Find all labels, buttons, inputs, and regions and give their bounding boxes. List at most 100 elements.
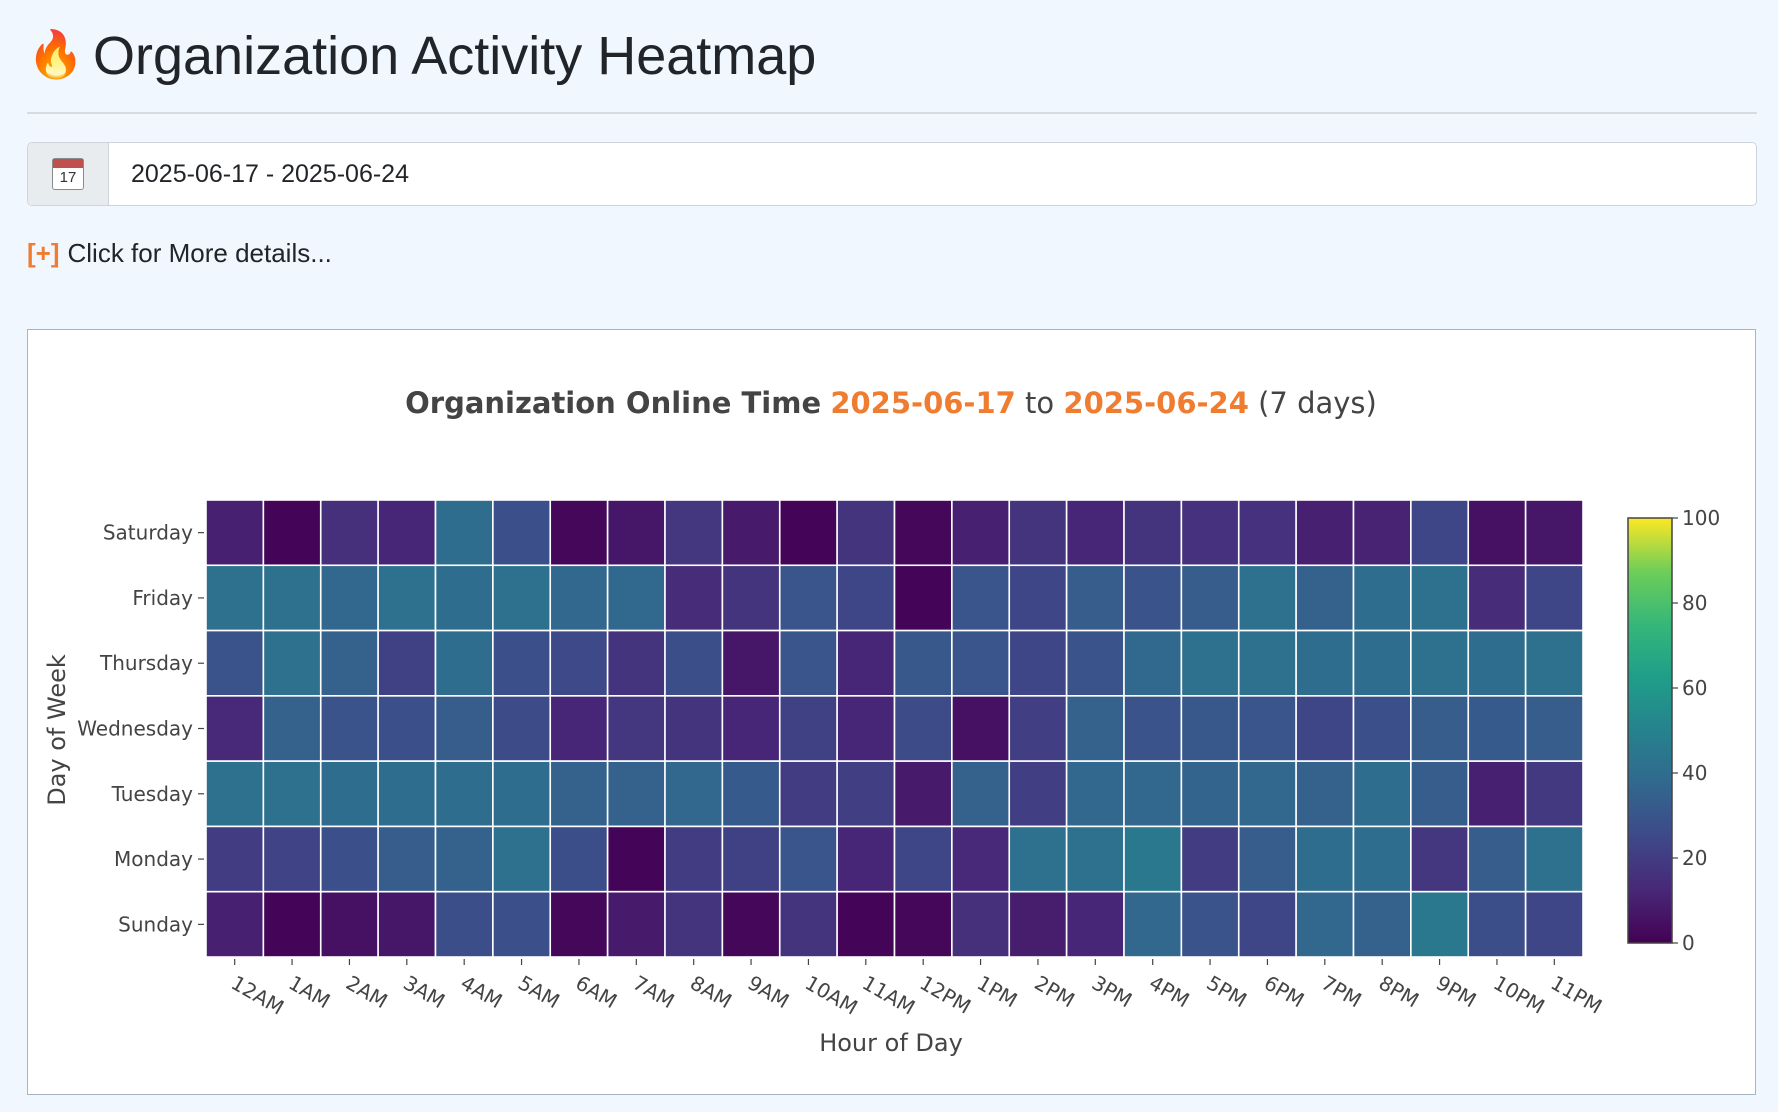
heatmap-cell[interactable] [836,825,896,893]
heatmap-cell[interactable] [1410,890,1470,958]
heatmap-cell[interactable] [492,695,552,762]
heatmap-cell[interactable] [1008,695,1068,762]
heatmap-cell[interactable] [377,825,437,893]
heatmap-cell[interactable] [1008,825,1068,893]
heatmap-cell[interactable] [1467,564,1527,632]
heatmap-cell[interactable] [606,890,666,958]
heatmap-cell[interactable] [205,760,265,828]
heatmap-cell[interactable] [549,629,609,697]
heatmap-cell[interactable] [1295,825,1355,893]
heatmap-cell[interactable] [1295,695,1355,762]
heatmap-cell[interactable] [1237,564,1297,632]
heatmap-cell[interactable] [1352,564,1412,632]
heatmap-cell[interactable] [1180,825,1240,893]
heatmap-cell[interactable] [377,564,437,632]
heatmap-cell[interactable] [492,499,552,567]
heatmap-cell[interactable] [836,629,896,697]
heatmap-cell[interactable] [1524,564,1584,632]
heatmap-cell[interactable] [836,499,896,567]
heatmap-cell[interactable] [778,890,838,958]
heatmap-cell[interactable] [549,825,609,893]
heatmap-cell[interactable] [664,695,724,762]
heatmap-cell[interactable] [664,499,724,567]
heatmap-cell[interactable] [549,890,609,958]
heatmap-cell[interactable] [1237,890,1297,958]
heatmap-cell[interactable] [492,890,552,958]
date-range-input[interactable] [109,143,1756,205]
heatmap-cell[interactable] [205,695,265,762]
heatmap-cell[interactable] [1237,695,1297,762]
heatmap-cell[interactable] [1065,629,1125,697]
heatmap-cell[interactable] [951,629,1011,697]
heatmap-cell[interactable] [262,564,322,632]
heatmap-cell[interactable] [664,825,724,893]
heatmap-cell[interactable] [1410,760,1470,828]
heatmap-cell[interactable] [836,564,896,632]
heatmap-cell[interactable] [1180,890,1240,958]
heatmap-cell[interactable] [1123,695,1183,762]
heatmap-cell[interactable] [434,629,494,697]
heatmap-cell[interactable] [205,825,265,893]
heatmap-cell[interactable] [492,760,552,828]
heatmap-cell[interactable] [1295,629,1355,697]
heatmap-cell[interactable] [319,564,379,632]
heatmap-cell[interactable] [664,564,724,632]
heatmap-cell[interactable] [721,695,781,762]
heatmap-cell[interactable] [205,564,265,632]
heatmap-cell[interactable] [434,499,494,567]
heatmap-cell[interactable] [262,890,322,958]
heatmap-cell[interactable] [319,499,379,567]
heatmap-cell[interactable] [262,629,322,697]
heatmap-cell[interactable] [778,825,838,893]
heatmap-cell[interactable] [778,629,838,697]
heatmap-cell[interactable] [1237,499,1297,567]
heatmap-cell[interactable] [205,629,265,697]
heatmap-cell[interactable] [549,760,609,828]
heatmap-cell[interactable] [1352,825,1412,893]
heatmap-cell[interactable] [606,760,666,828]
heatmap-cell[interactable] [377,499,437,567]
heatmap-cell[interactable] [262,499,322,567]
heatmap-cell[interactable] [262,695,322,762]
heatmap-cell[interactable] [1467,760,1527,828]
heatmap-cell[interactable] [1352,629,1412,697]
heatmap-cell[interactable] [893,825,953,893]
heatmap-cell[interactable] [664,890,724,958]
heatmap-cell[interactable] [893,695,953,762]
heatmap-cell[interactable] [1180,760,1240,828]
heatmap-cell[interactable] [1352,760,1412,828]
heatmap-cell[interactable] [1524,890,1584,958]
heatmap-cell[interactable] [492,564,552,632]
heatmap-cell[interactable] [1008,564,1068,632]
heatmap-cell[interactable] [262,760,322,828]
heatmap-cell[interactable] [893,564,953,632]
heatmap-cell[interactable] [319,695,379,762]
heatmap-cell[interactable] [1065,890,1125,958]
heatmap-cell[interactable] [1065,564,1125,632]
heatmap-cell[interactable] [1467,629,1527,697]
heatmap-cell[interactable] [1295,890,1355,958]
heatmap-cell[interactable] [492,825,552,893]
heatmap-cell[interactable] [1123,499,1183,567]
heatmap-cell[interactable] [721,890,781,958]
heatmap-cell[interactable] [606,695,666,762]
heatmap-cell[interactable] [1008,760,1068,828]
heatmap-cell[interactable] [319,629,379,697]
heatmap-cell[interactable] [1524,499,1584,567]
heatmap-cell[interactable] [721,629,781,697]
heatmap-cell[interactable] [1295,760,1355,828]
heatmap-cell[interactable] [1410,499,1470,567]
heatmap-cell[interactable] [606,499,666,567]
heatmap-cell[interactable] [1123,760,1183,828]
heatmap-cell[interactable] [1008,890,1068,958]
heatmap-cell[interactable] [1065,499,1125,567]
heatmap-cell[interactable] [205,890,265,958]
heatmap-cell[interactable] [1123,629,1183,697]
heatmap-cell[interactable] [951,564,1011,632]
heatmap-cell[interactable] [1180,695,1240,762]
heatmap-cell[interactable] [1180,499,1240,567]
heatmap-cell[interactable] [1467,499,1527,567]
heatmap-cell[interactable] [606,564,666,632]
heatmap-cell[interactable] [205,499,265,567]
heatmap-cell[interactable] [1410,564,1470,632]
